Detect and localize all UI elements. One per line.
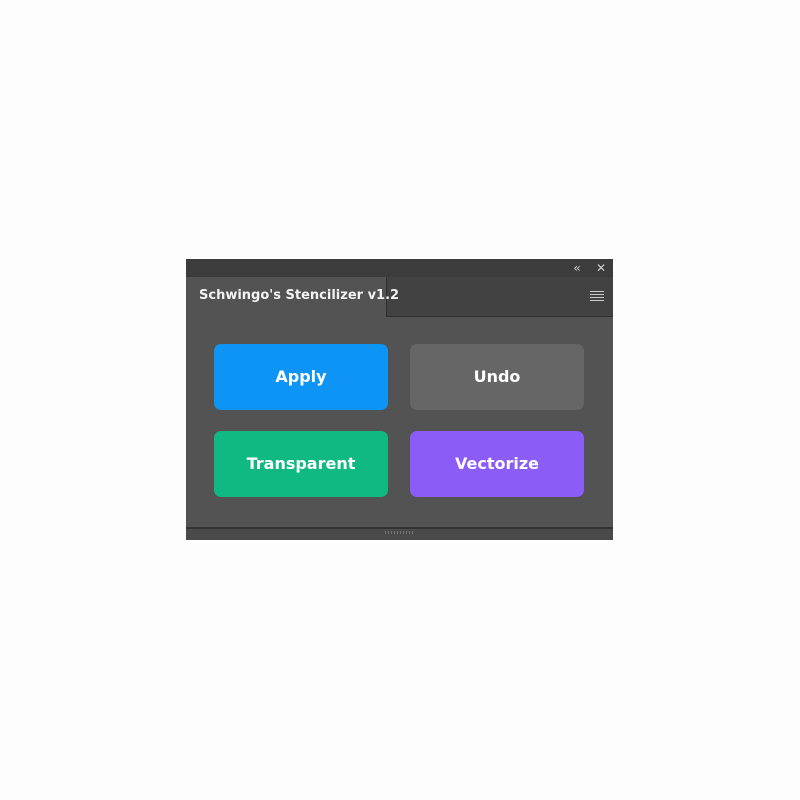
vectorize-button[interactable]: Vectorize bbox=[410, 431, 584, 497]
panel-footer bbox=[186, 527, 613, 540]
panel-menu-hamburger-icon[interactable] bbox=[590, 291, 604, 303]
panel-title: Schwingo's Stencilizer v1.2 bbox=[199, 288, 400, 303]
collapse-panel-icon[interactable]: ‹‹ bbox=[568, 260, 584, 276]
undo-button[interactable]: Undo bbox=[410, 344, 584, 410]
panel-tab-row: Schwingo's Stencilizer v1.2 bbox=[186, 277, 613, 318]
tab-stencilizer[interactable]: Schwingo's Stencilizer v1.2 bbox=[186, 277, 399, 317]
panel-titlebar: ‹‹ ✕ bbox=[186, 259, 613, 277]
resize-grip[interactable] bbox=[385, 531, 413, 534]
apply-button[interactable]: Apply bbox=[214, 344, 388, 410]
transparent-button[interactable]: Transparent bbox=[214, 431, 388, 497]
close-panel-icon[interactable]: ✕ bbox=[593, 260, 609, 276]
stencilizer-panel: ‹‹ ✕ Schwingo's Stencilizer v1.2 Apply U… bbox=[186, 259, 613, 540]
